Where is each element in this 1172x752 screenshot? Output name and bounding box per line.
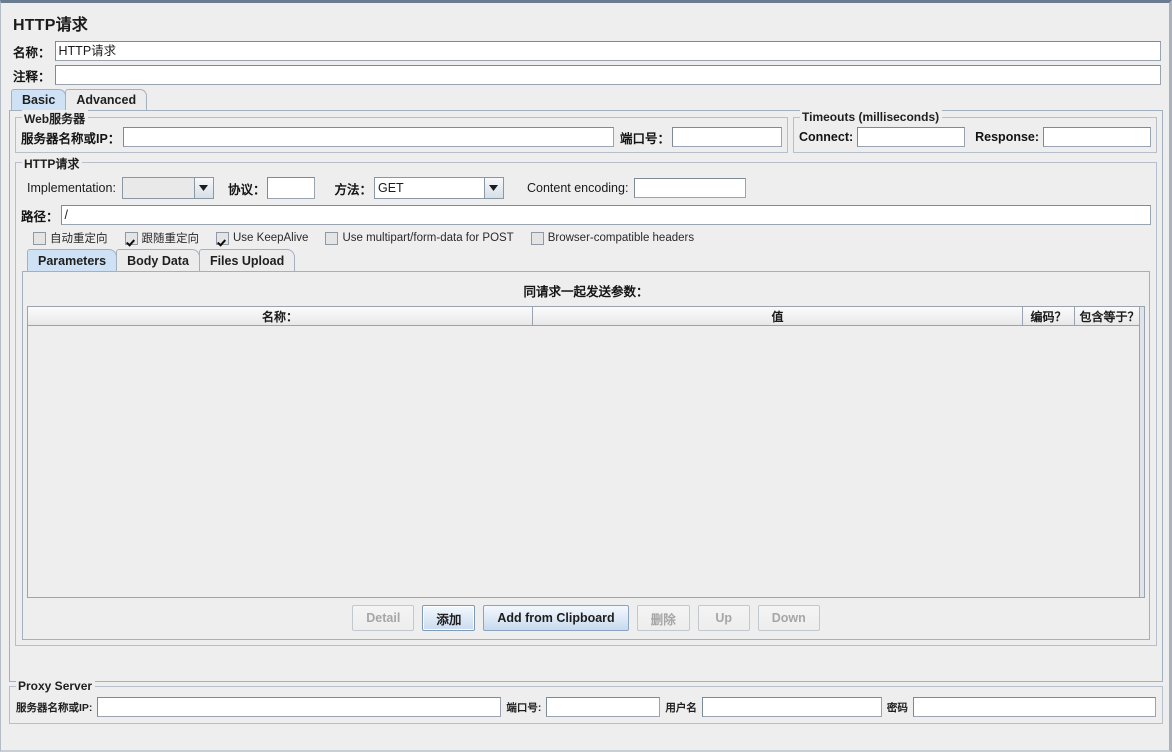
content-encoding-label: Content encoding: bbox=[526, 181, 629, 195]
http-request-group-title: HTTP请求 bbox=[22, 155, 83, 172]
tab-files-upload[interactable]: Files Upload bbox=[198, 249, 296, 271]
proxy-server-group: Proxy Server 服务器名称或IP: 端口号: 用户名 密码 bbox=[9, 679, 1163, 724]
method-label: 方法： bbox=[334, 182, 372, 197]
option-multipart-form-data[interactable]: Use multipart/form-data for POST bbox=[325, 231, 514, 245]
option-label: Browser-compatible headers bbox=[547, 232, 695, 244]
option-browser-compatible-headers[interactable]: Browser-compatible headers bbox=[530, 231, 695, 245]
proxy-username-input[interactable] bbox=[701, 697, 882, 717]
basic-tab-panel: Web服务器 服务器名称或IP： 端口号： Timeouts (millisec… bbox=[9, 110, 1163, 682]
parameters-table-body[interactable] bbox=[28, 326, 1144, 597]
web-server-group-title: Web服务器 bbox=[22, 110, 89, 127]
checkbox-icon[interactable] bbox=[325, 231, 339, 245]
method-value: GET bbox=[374, 178, 484, 198]
request-options-row: 自动重定向 跟随重定向 Use KeepAlive Use multipart/… bbox=[21, 226, 1151, 249]
comment-label: 注释： bbox=[13, 69, 51, 84]
option-label: Use multipart/form-data for POST bbox=[342, 232, 514, 244]
response-timeout-input[interactable] bbox=[1043, 127, 1151, 147]
parameters-table: 名称： 值 编码？ 包含等于？ bbox=[27, 306, 1145, 598]
proxy-server-label: 服务器名称或IP: bbox=[16, 701, 93, 714]
content-encoding-input[interactable] bbox=[634, 178, 747, 198]
proxy-server-input[interactable] bbox=[97, 697, 502, 717]
method-select[interactable]: GET bbox=[373, 177, 504, 199]
option-follow-redirect[interactable]: 跟随重定向 bbox=[124, 230, 200, 246]
timeouts-group: Timeouts (milliseconds) Connect: Respons… bbox=[793, 110, 1157, 153]
protocol-label: 协议： bbox=[227, 182, 266, 197]
tab-parameters[interactable]: Parameters bbox=[27, 249, 118, 271]
response-timeout-label: Response: bbox=[975, 130, 1040, 144]
connect-timeout-input[interactable] bbox=[857, 127, 966, 147]
server-timeouts-row: Web服务器 服务器名称或IP： 端口号： Timeouts (millisec… bbox=[15, 110, 1157, 153]
chevron-down-icon bbox=[193, 178, 213, 198]
implementation-label: Implementation: bbox=[27, 181, 116, 195]
protocol-input[interactable] bbox=[267, 177, 316, 199]
web-server-group: Web服务器 服务器名称或IP： 端口号： bbox=[15, 110, 788, 153]
option-label: 自动重定向 bbox=[50, 233, 108, 245]
server-name-input[interactable] bbox=[123, 127, 614, 147]
column-header-value[interactable]: 值 bbox=[533, 307, 1023, 326]
timeouts-group-title: Timeouts (milliseconds) bbox=[800, 110, 943, 124]
chevron-down-icon bbox=[483, 178, 503, 198]
name-row: 名称： HTTP请求 bbox=[1, 41, 1169, 61]
column-header-name[interactable]: 名称： bbox=[28, 307, 533, 326]
checkbox-checked-icon[interactable] bbox=[216, 231, 229, 245]
parameter-buttons: Detail 添加 Add from Clipboard 删除 Up Down bbox=[27, 598, 1145, 635]
column-header-include-equals[interactable]: 包含等于？ bbox=[1075, 307, 1144, 326]
main-tabstrip: Basic Advanced bbox=[1, 89, 1169, 110]
proxy-server-group-title: Proxy Server bbox=[16, 679, 96, 693]
http-method-row: Implementation: 协议： 方法： GET Content enco… bbox=[21, 174, 1151, 203]
path-label: 路径： bbox=[21, 209, 59, 224]
add-from-clipboard-button[interactable]: Add from Clipboard bbox=[483, 605, 629, 631]
option-label: Use KeepAlive bbox=[233, 232, 309, 244]
column-header-encode[interactable]: 编码？ bbox=[1023, 307, 1075, 326]
proxy-port-input[interactable] bbox=[546, 697, 661, 717]
proxy-password-label: 密码 bbox=[886, 701, 908, 714]
comment-input[interactable] bbox=[54, 65, 1161, 85]
http-request-panel: HTTP请求 名称： HTTP请求 注释： Basic Advanced Web… bbox=[0, 0, 1172, 752]
tab-body-data[interactable]: Body Data bbox=[116, 249, 200, 271]
detail-button[interactable]: Detail bbox=[352, 605, 415, 631]
data-tabstrip: Parameters Body Data Files Upload bbox=[21, 249, 1151, 271]
add-button[interactable]: 添加 bbox=[422, 605, 476, 631]
option-auto-redirect[interactable]: 自动重定向 bbox=[33, 230, 108, 246]
page-title: HTTP请求 bbox=[13, 17, 88, 34]
proxy-password-input[interactable] bbox=[912, 697, 1156, 717]
path-input[interactable]: / bbox=[60, 205, 1151, 225]
connect-timeout-label: Connect: bbox=[799, 130, 854, 144]
implementation-select[interactable] bbox=[121, 177, 214, 199]
server-name-label: 服务器名称或IP： bbox=[21, 131, 121, 146]
checkbox-icon[interactable] bbox=[33, 231, 46, 245]
table-vertical-scrollbar[interactable] bbox=[1139, 307, 1144, 597]
delete-button[interactable]: 删除 bbox=[636, 605, 690, 631]
checkbox-checked-icon[interactable] bbox=[124, 231, 138, 245]
tab-advanced[interactable]: Advanced bbox=[65, 89, 148, 110]
port-label: 端口号： bbox=[619, 131, 670, 146]
proxy-port-label: 端口号: bbox=[506, 701, 542, 714]
port-input[interactable] bbox=[672, 127, 782, 147]
option-use-keepalive[interactable]: Use KeepAlive bbox=[216, 231, 309, 245]
comment-row: 注释： bbox=[1, 65, 1169, 85]
parameters-section-title: 同请求一起发送参数： bbox=[523, 285, 649, 299]
path-row: 路径： / bbox=[21, 203, 1151, 226]
parameters-panel: 同请求一起发送参数： 名称： 值 编码？ 包含等于？ Detail 添加 Add… bbox=[22, 271, 1150, 640]
proxy-username-label: 用户名 bbox=[665, 701, 697, 714]
down-button[interactable]: Down bbox=[757, 605, 820, 631]
proxy-server-section: Proxy Server 服务器名称或IP: 端口号: 用户名 密码 bbox=[9, 679, 1163, 724]
name-label: 名称： bbox=[13, 45, 51, 60]
tab-basic[interactable]: Basic bbox=[11, 89, 67, 110]
http-request-group: HTTP请求 Implementation: 协议： 方法： GET Conte… bbox=[15, 155, 1157, 646]
proxy-fields: 服务器名称或IP: 端口号: 用户名 密码 bbox=[16, 697, 1156, 717]
implementation-value bbox=[122, 178, 194, 198]
option-label: 跟随重定向 bbox=[141, 233, 200, 245]
up-button[interactable]: Up bbox=[697, 605, 750, 631]
timeouts-fields: Connect: Response: bbox=[799, 127, 1151, 147]
web-server-fields: 服务器名称或IP： 端口号： bbox=[21, 127, 782, 147]
checkbox-icon[interactable] bbox=[530, 231, 544, 245]
name-input[interactable]: HTTP请求 bbox=[54, 41, 1161, 61]
parameters-table-header: 名称： 值 编码？ 包含等于？ bbox=[28, 307, 1144, 326]
